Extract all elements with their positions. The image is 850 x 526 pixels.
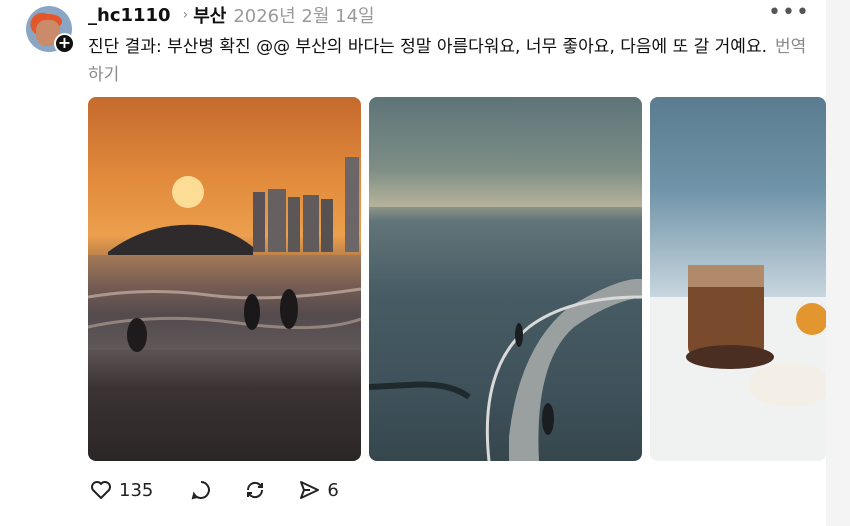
username[interactable]: _hc1110 bbox=[88, 5, 171, 26]
heart-icon bbox=[91, 481, 111, 499]
more-options-icon[interactable]: ••• bbox=[768, 2, 810, 24]
sea-walkway-art bbox=[369, 207, 642, 461]
follow-plus-icon[interactable]: + bbox=[54, 33, 75, 54]
send-icon bbox=[300, 481, 320, 499]
comment-icon bbox=[191, 481, 211, 500]
cafe-sea-art bbox=[650, 265, 826, 461]
post-header: _hc1110 › 부산 2026년 2월 14일 bbox=[88, 2, 375, 28]
like-button[interactable]: 135 bbox=[89, 478, 153, 502]
share-count: 6 bbox=[327, 479, 339, 501]
location[interactable]: 부산 bbox=[193, 2, 226, 28]
comment-button[interactable] bbox=[189, 478, 213, 502]
action-bar: 135 6 bbox=[89, 478, 361, 502]
repost-button[interactable] bbox=[243, 478, 267, 502]
repost-icon bbox=[247, 481, 264, 499]
chevron-right-icon: › bbox=[182, 7, 189, 23]
post-text: 진단 결과: 부산병 확진 @@ 부산의 바다는 정말 아름다워요, 너무 좋아… bbox=[88, 33, 808, 89]
share-button[interactable]: 6 bbox=[297, 478, 339, 502]
media-video-1[interactable] bbox=[88, 97, 361, 461]
media-image-3[interactable] bbox=[650, 97, 826, 461]
media-image-2[interactable] bbox=[369, 97, 642, 461]
post-date[interactable]: 2026년 2월 14일 bbox=[233, 2, 374, 28]
post-card: + _hc1110 › 부산 2026년 2월 14일 ••• 진단 결과: 부… bbox=[0, 0, 826, 526]
post-body: 진단 결과: 부산병 확진 @@ 부산의 바다는 정말 아름다워요, 너무 좋아… bbox=[88, 37, 767, 57]
sunset-beach-art bbox=[88, 157, 361, 352]
like-count: 135 bbox=[119, 479, 154, 501]
